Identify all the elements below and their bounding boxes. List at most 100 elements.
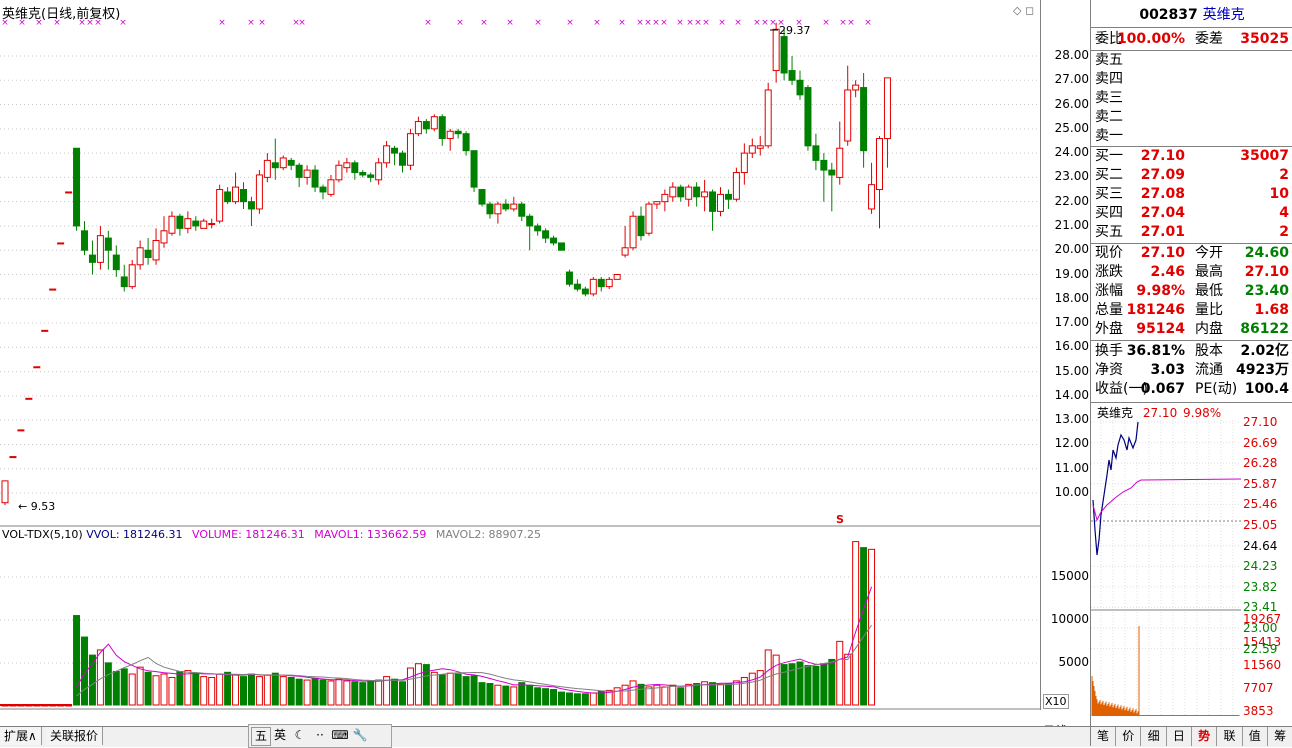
- price-tick: 19.00: [1054, 266, 1089, 281]
- volume-bar: [240, 676, 247, 706]
- five-button[interactable]: 五: [251, 727, 271, 746]
- signal-marker: ×: [218, 18, 226, 28]
- candle: [693, 182, 701, 207]
- candle: [764, 82, 772, 149]
- candle: [478, 189, 486, 207]
- candle: [454, 128, 462, 139]
- signal-marker: ×: [534, 18, 542, 28]
- tab-expand[interactable]: 扩展∧: [0, 727, 42, 745]
- signal-marker: ×: [480, 18, 488, 28]
- sell-level: 卖一: [1093, 127, 1291, 146]
- right-tab[interactable]: 细: [1142, 727, 1167, 746]
- candle: [876, 136, 883, 229]
- vol-indicator-name: VOL-TDX(5,10): [2, 528, 83, 541]
- right-tab[interactable]: 筹: [1268, 727, 1292, 746]
- candle: [335, 160, 343, 183]
- candle: [558, 242, 565, 251]
- intraday-price-tick: 23.82: [1243, 579, 1278, 594]
- volume-bar: [502, 685, 510, 706]
- quote-stat: 涨幅 9.98% 最低 23.40: [1093, 282, 1291, 301]
- candle: [740, 143, 748, 185]
- candle: [192, 216, 200, 231]
- candle: [200, 218, 208, 229]
- candle: [96, 225, 104, 270]
- kline-chart[interactable]: × × × × × × × × × × × × × × × × × × × × × × × × × × × × × × × × × × × × × × × ×…: [0, 0, 1040, 710]
- dots-icon[interactable]: ··: [311, 727, 329, 744]
- volume-bar: [343, 680, 351, 706]
- candle: [661, 189, 669, 212]
- buy-level: 买五 27.01 2: [1093, 223, 1291, 242]
- candle: [152, 228, 160, 265]
- volume-bar: [748, 672, 756, 706]
- volume-bar: [120, 668, 128, 706]
- volume-bar: [359, 682, 367, 706]
- candle: [510, 196, 518, 212]
- row-label-2: 流通: [1195, 362, 1223, 378]
- volume-tick: 10000: [1050, 612, 1089, 626]
- kline-svg[interactable]: × × × × × × × × × × × ×× × × × × × × × × × × × × × × × × × × × × × × × × × × ×…: [0, 0, 1040, 710]
- volume-bar: [661, 686, 669, 706]
- volume-bar: [486, 683, 494, 706]
- row-value-2: 23.40: [1244, 283, 1289, 299]
- candle: [717, 187, 724, 217]
- fund-stat: 收益(一) 0.067 PE(动) 100.4: [1093, 380, 1291, 399]
- volume-header: VOL-TDX(5,10) VVOL: 181246.31 VOLUME: 18…: [2, 528, 541, 541]
- price-tick: 23.00: [1054, 169, 1089, 184]
- price-tick: 24.00: [1054, 145, 1089, 160]
- candle: [860, 72, 868, 168]
- right-tab[interactable]: 笔: [1091, 727, 1116, 746]
- right-tab[interactable]: 价: [1116, 727, 1142, 746]
- quote-stat: 现价 27.10 今开 24.60: [1093, 244, 1291, 263]
- candle: [637, 206, 645, 241]
- tab-related-quotes[interactable]: 关联报价: [46, 727, 104, 745]
- moon-icon[interactable]: ☾: [291, 727, 309, 744]
- ying-button[interactable]: 英: [271, 727, 289, 744]
- candle: [255, 170, 263, 214]
- buy-level: 买四 27.04 4: [1093, 204, 1291, 223]
- volume-bar: [255, 676, 263, 706]
- volume-bar: [852, 541, 860, 706]
- candle: [788, 56, 796, 86]
- candle: [287, 157, 295, 171]
- signal-marker: ×: [636, 18, 644, 28]
- row-label: 卖五: [1095, 52, 1123, 68]
- volume-bar: [311, 677, 319, 706]
- volume-bar: [470, 675, 478, 706]
- intraday-volume-tick: 3853: [1243, 704, 1274, 718]
- mini-name: 英维克: [1097, 406, 1134, 420]
- volume-bar: [709, 682, 717, 706]
- intraday-price-tick: 27.10: [1243, 415, 1278, 429]
- stock-code: 002837: [1139, 7, 1198, 23]
- row-label-2: 最低: [1195, 283, 1223, 299]
- candle: [9, 456, 17, 459]
- intraday-chart[interactable]: [1091, 420, 1241, 718]
- volume-bar: [152, 675, 160, 706]
- right-tab[interactable]: 日: [1167, 727, 1192, 746]
- wrench-icon[interactable]: 🔧: [351, 727, 369, 744]
- price-tick: 26.00: [1054, 96, 1089, 111]
- candle: [550, 235, 558, 246]
- row-value: 181246: [1126, 302, 1185, 318]
- right-tab[interactable]: 值: [1243, 727, 1268, 746]
- candle: [247, 196, 255, 226]
- row-value: 27.08: [1140, 186, 1185, 202]
- candle: [104, 230, 112, 270]
- mini-price: 27.10: [1142, 406, 1178, 420]
- scroll-buttons[interactable]: ◇ ◻: [1013, 4, 1034, 17]
- right-tab[interactable]: 联: [1218, 727, 1243, 746]
- row-value-2: 1.68: [1254, 302, 1289, 318]
- volume-bar: [454, 673, 462, 706]
- candle: [573, 279, 581, 292]
- right-tab[interactable]: 势: [1192, 727, 1218, 746]
- volume-bar: [478, 682, 486, 706]
- row-label: 外盘: [1095, 321, 1123, 337]
- volume-bar: [319, 679, 327, 706]
- price-tick: 15.00: [1054, 363, 1089, 378]
- row-label-2: 内盘: [1195, 321, 1223, 337]
- quote-panel: 002837 英维克 委比 100.00% 委差 35025 英维克 27.10…: [1090, 0, 1292, 747]
- keyboard-icon[interactable]: ⌨: [331, 727, 349, 744]
- volume-bar: [550, 689, 558, 706]
- volume-tick: 5000: [1058, 655, 1089, 669]
- signal-marker: ×: [298, 18, 306, 28]
- intraday-price-tick: 25.46: [1243, 497, 1278, 512]
